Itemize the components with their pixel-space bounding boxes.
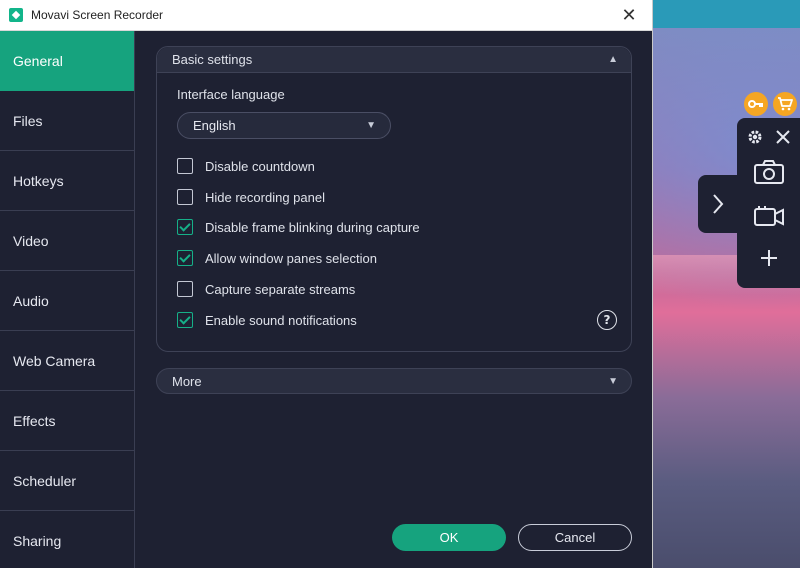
checkbox-enable-sound-notifications[interactable] [177,312,193,328]
checkbox-hide-recording-panel[interactable] [177,189,193,205]
option-allow-window-panes: Allow window panes selection [177,249,377,267]
basic-settings-title: Basic settings [172,52,253,67]
chevron-right-icon [713,194,724,214]
sidebar-item-effects[interactable]: Effects [0,391,134,451]
option-label: Enable sound notifications [205,312,357,328]
gear-icon[interactable] [745,128,765,146]
movavi-logo-icon [9,8,23,22]
option-label: Capture separate streams [205,281,356,297]
checkbox-disable-frame-blinking[interactable] [177,219,193,235]
settings-content: Basic settings ▲ Interface language Engl… [135,31,652,568]
option-disable-countdown: Disable countdown [177,157,315,175]
window-title: Movavi Screen Recorder [31,8,164,22]
option-label: Disable countdown [205,158,315,174]
chevron-down-icon: ▼ [608,375,618,387]
ok-button[interactable]: OK [392,524,506,551]
sidebar-item-audio[interactable]: Audio [0,271,134,331]
cancel-button[interactable]: Cancel [518,524,632,551]
close-icon[interactable] [773,128,793,146]
checkbox-disable-countdown[interactable] [177,158,193,174]
interface-language-label: Interface language [177,87,285,102]
option-enable-sound-notifications: Enable sound notifications [177,311,357,329]
option-label: Allow window panes selection [205,250,377,266]
expand-panel-button[interactable] [698,175,738,233]
recording-panel [737,118,800,288]
chevron-down-icon: ▼ [366,120,376,131]
sidebar-item-web-camera[interactable]: Web Camera [0,331,134,391]
sidebar-item-sharing[interactable]: Sharing [0,511,134,568]
sidebar-item-scheduler[interactable]: Scheduler [0,451,134,511]
option-capture-separate-streams: Capture separate streams [177,280,355,298]
option-hide-recording-panel: Hide recording panel [177,188,325,206]
sidebar-item-video[interactable]: Video [0,211,134,271]
option-disable-frame-blinking: Disable frame blinking during capture [177,218,420,236]
checkbox-capture-separate-streams[interactable] [177,281,193,297]
help-icon[interactable]: ? [597,310,617,330]
option-label: Disable frame blinking during capture [205,219,420,235]
settings-sidebar: General Files Hotkeys Video Audio Web Ca… [0,31,135,568]
sidebar-item-general[interactable]: General [0,31,134,91]
video-camera-icon[interactable] [751,202,787,230]
checkbox-allow-window-panes[interactable] [177,250,193,266]
close-window-button[interactable]: ✕ [606,0,652,31]
sidebar-item-hotkeys[interactable]: Hotkeys [0,151,134,211]
camera-icon[interactable] [751,158,787,186]
chevron-up-icon: ▲ [608,54,618,65]
basic-settings-panel: Basic settings ▲ Interface language Engl… [156,46,632,352]
more-section-header[interactable]: More ▼ [156,368,632,394]
plus-icon[interactable] [757,246,781,270]
cart-icon[interactable] [773,92,797,116]
key-icon[interactable] [744,92,768,116]
settings-window: Movavi Screen Recorder ✕ General Files H… [0,0,653,568]
basic-settings-header[interactable]: Basic settings ▲ [157,47,631,73]
title-bar: Movavi Screen Recorder ✕ [0,0,652,31]
interface-language-select[interactable]: English ▼ [177,112,391,139]
interface-language-value: English [193,118,236,133]
option-label: Hide recording panel [205,189,325,205]
more-label: More [172,373,202,389]
sidebar-item-files[interactable]: Files [0,91,134,151]
